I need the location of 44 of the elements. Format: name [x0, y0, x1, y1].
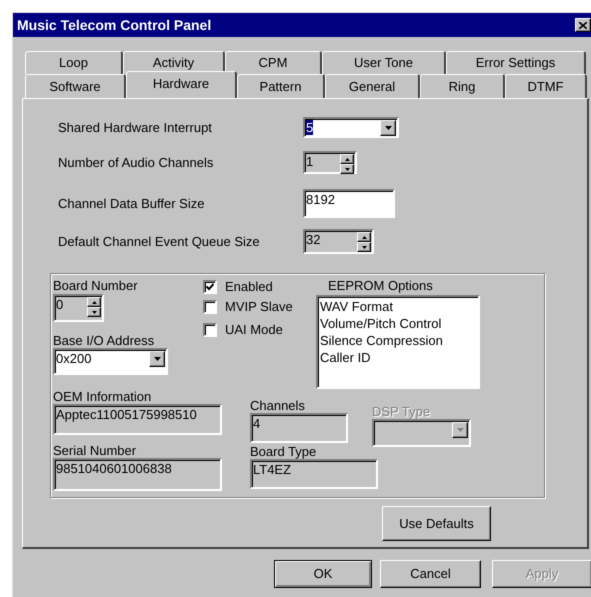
tab[interactable]: Software — [25, 74, 126, 98]
tab[interactable]: General — [325, 74, 420, 98]
text-field[interactable]: LT4EZ — [250, 459, 378, 489]
field-label: Shared Hardware Interrupt — [58, 118, 213, 137]
field-label: Base I/O Address — [53, 333, 154, 348]
field-label: Channel Data Buffer Size — [58, 194, 206, 213]
text-field[interactable]: 9851040601006838 — [53, 458, 222, 491]
list-item[interactable]: Silence Compression — [320, 332, 443, 349]
tab[interactable]: DTMF — [505, 74, 587, 98]
list-item[interactable]: Volume/Pitch Control — [320, 315, 442, 332]
text-field[interactable]: 4 — [250, 413, 348, 443]
dropdown-field[interactable]: 5 — [303, 117, 399, 138]
checkbox-label: MVIP Slave — [225, 298, 293, 316]
dropdown-field[interactable]: 0x200 — [53, 348, 168, 375]
list-item[interactable]: Caller ID — [320, 349, 371, 366]
spin-field[interactable]: 1 — [303, 151, 357, 174]
field-label: Board Type — [250, 444, 316, 459]
field-label: Default Channel Event Queue Size — [58, 232, 261, 251]
tab[interactable]: Error Settings — [446, 51, 586, 74]
tab[interactable]: Hardware — [126, 71, 237, 98]
dialog-button[interactable]: Cancel — [380, 560, 481, 588]
text-field[interactable]: 8192 — [303, 189, 395, 218]
group-label: EEPROM Options — [328, 278, 434, 293]
window-title: Music Telecom Control Panel — [17, 16, 212, 34]
tab[interactable]: Loop — [25, 51, 123, 74]
checkbox-label: UAI Mode — [225, 321, 283, 340]
tab[interactable]: Ring — [420, 74, 505, 98]
tab[interactable]: Pattern — [237, 74, 325, 98]
spin-field[interactable]: 32 — [303, 229, 374, 254]
field-label: Board Number — [53, 278, 138, 293]
list-item[interactable]: WAV Format — [320, 298, 393, 315]
field-label: Serial Number — [53, 443, 136, 458]
field-label: Channels — [250, 398, 305, 413]
spin-field[interactable]: 0 — [53, 294, 104, 322]
use-defaults-button[interactable]: Use Defaults — [382, 506, 491, 541]
field-label: OEM Information — [53, 389, 152, 404]
text-field[interactable]: Apptec11005175998510 — [53, 404, 222, 435]
field-label: Number of Audio Channels — [58, 154, 214, 172]
list-box[interactable]: WAV Format Volume/Pitch Control Silence Compression Caller ID — [316, 295, 480, 389]
tab[interactable]: User Tone — [322, 51, 446, 74]
dialog-button[interactable]: OK — [274, 560, 372, 588]
field-label: DSP Type — [372, 404, 430, 419]
tab[interactable]: CPM — [225, 51, 322, 74]
checkbox-label: Enabled — [225, 278, 273, 296]
